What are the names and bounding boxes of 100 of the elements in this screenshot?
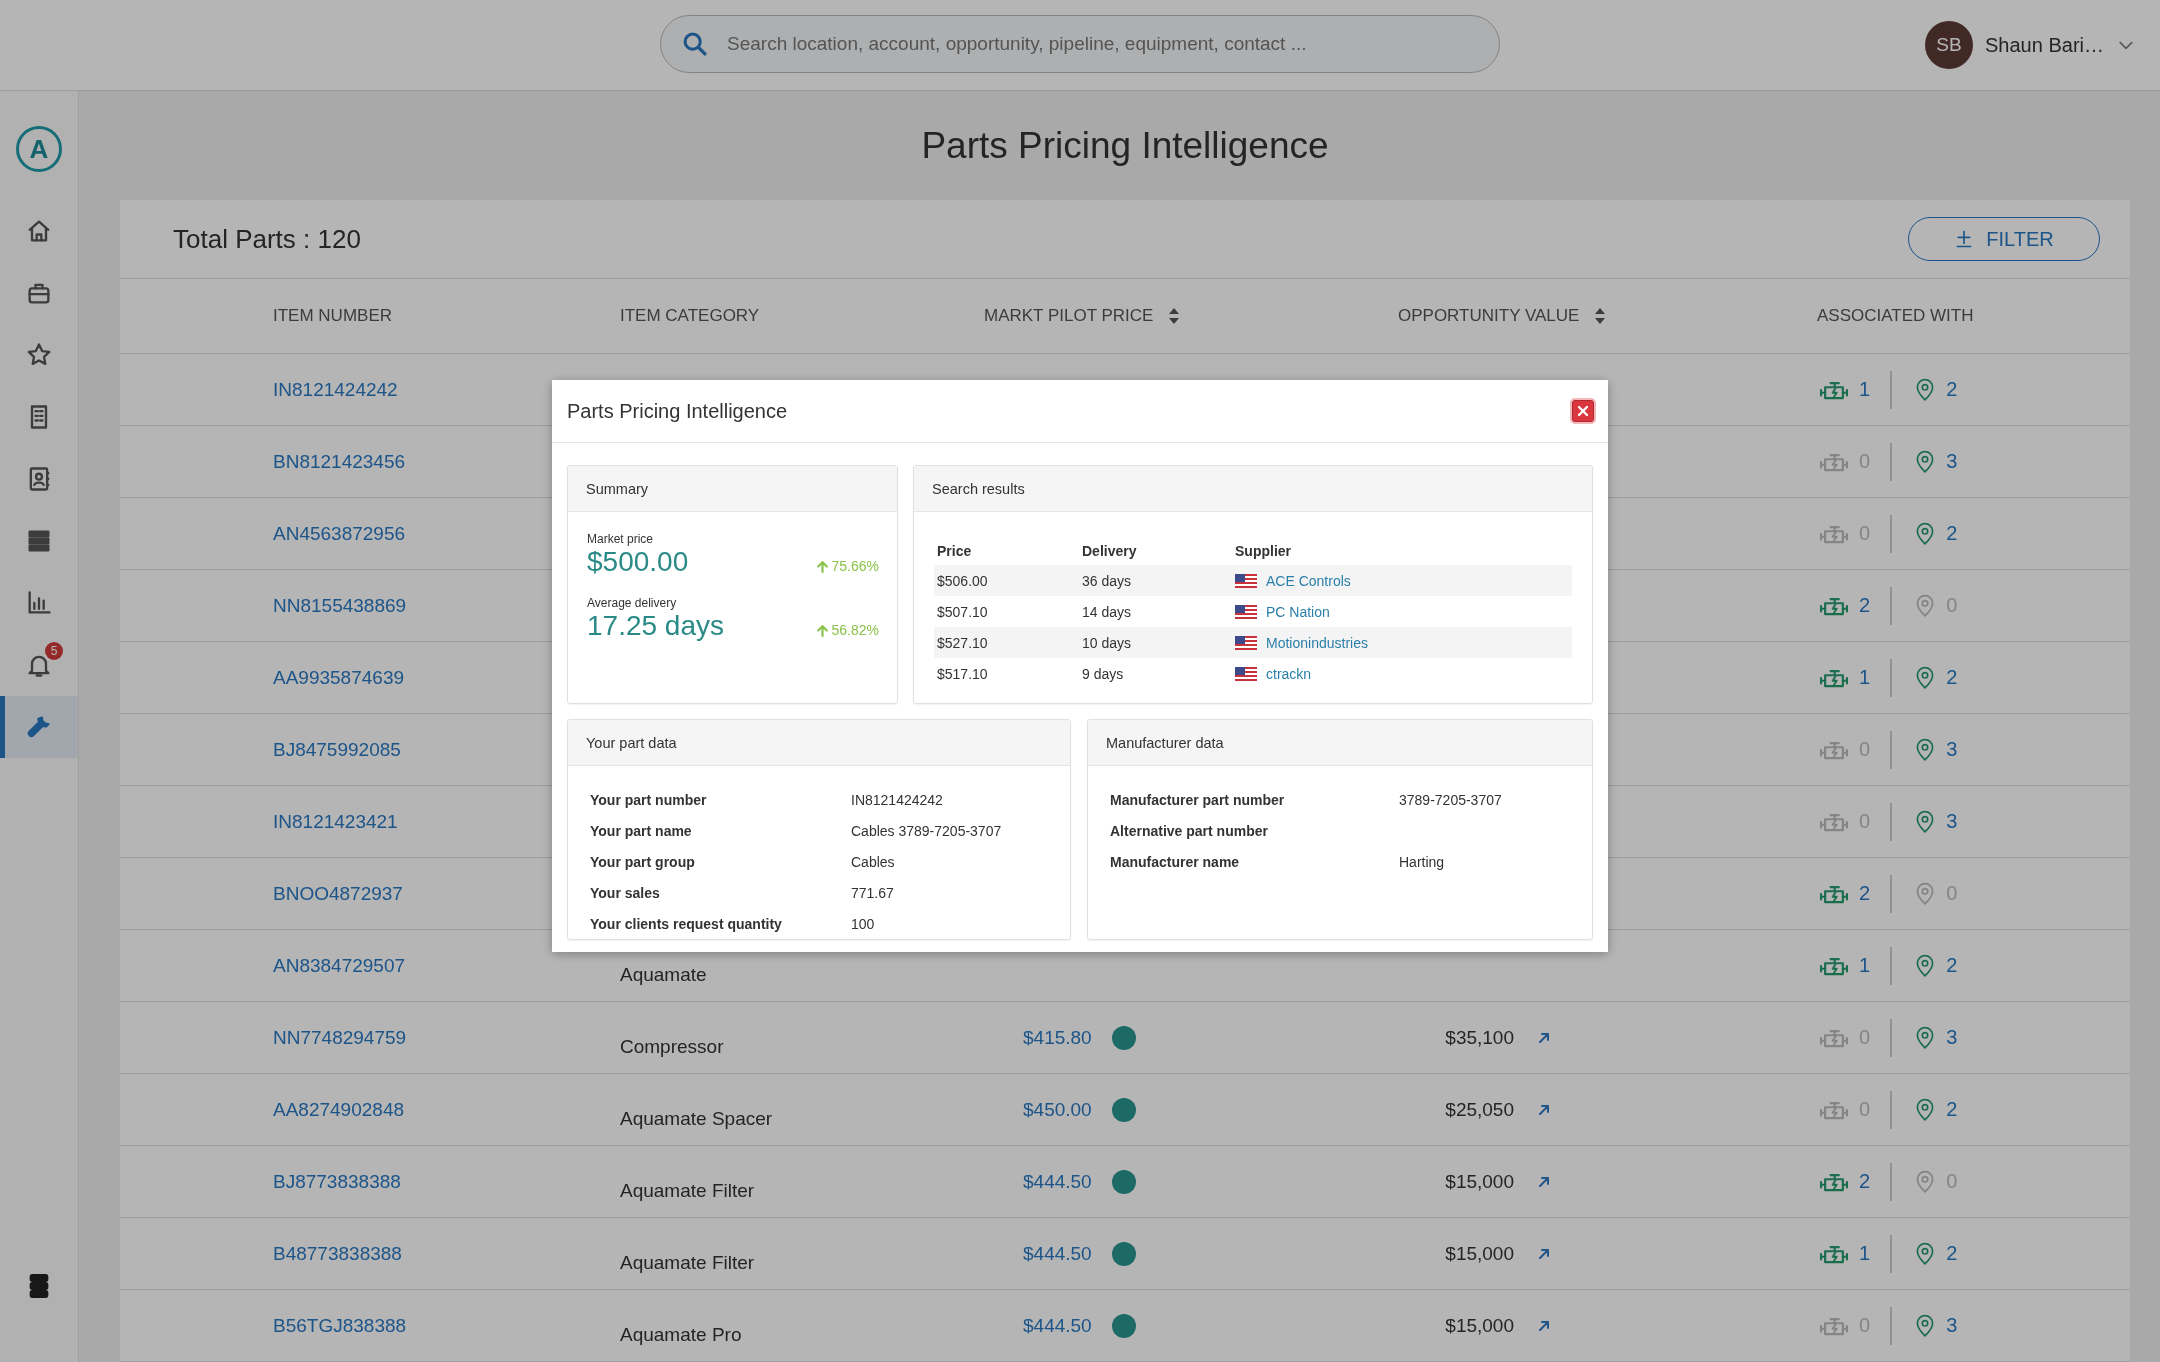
- opportunity-value: $15,000: [1444, 1314, 1514, 1337]
- supplier-link[interactable]: PC Nation: [1266, 603, 1330, 620]
- search-input[interactable]: Search location, account, opportunity, pipeline, equipment, contact ...: [725, 32, 1479, 56]
- flag-icon: [1235, 666, 1257, 681]
- price-link[interactable]: $444.50: [1023, 1170, 1092, 1193]
- change-percent: 56.82%: [831, 622, 879, 638]
- field-label: Manufacturer name: [1110, 853, 1241, 870]
- status-dot: [1111, 1097, 1136, 1122]
- avatar: SB: [1925, 21, 1974, 69]
- flag-icon: [1235, 573, 1257, 588]
- location-count: 2: [1946, 522, 1958, 545]
- equipment-count: 1: [1859, 954, 1871, 977]
- item-category: Compressor: [620, 1035, 724, 1057]
- equipment-count: 2: [1859, 594, 1871, 617]
- location-count: 3: [1946, 1314, 1958, 1337]
- sidebar-item[interactable]: [0, 696, 78, 758]
- location-count: 2: [1946, 1098, 1958, 1121]
- panel-title: Your part data: [586, 734, 677, 751]
- column-header[interactable]: MARKT PILOT PRICE: [984, 306, 1182, 326]
- result-price: $506.00: [937, 572, 989, 589]
- result-price: $507.10: [937, 603, 989, 620]
- supplier-link[interactable]: ctrackn: [1266, 665, 1312, 682]
- column-header: ITEM NUMBER: [273, 306, 392, 326]
- modal-title: Parts Pricing Intelligence: [567, 399, 788, 423]
- change-percent: 75.66%: [831, 558, 879, 574]
- flag-icon: [1235, 635, 1257, 650]
- location-count: 3: [1946, 1026, 1958, 1049]
- price-link[interactable]: $444.50: [1023, 1314, 1092, 1337]
- item-number-link[interactable]: IN8121423421: [273, 810, 398, 832]
- search-field[interactable]: Search location, account, opportunity, pipeline, equipment, contact ...: [660, 15, 1500, 73]
- total-parts-label: Total Parts : 120: [173, 223, 361, 255]
- item-number-link[interactable]: B48773838388: [273, 1242, 402, 1264]
- price-link[interactable]: $415.80: [1023, 1026, 1092, 1049]
- item-number-link[interactable]: AN4563872956: [273, 522, 406, 544]
- item-number-link[interactable]: AA8274902848: [273, 1098, 404, 1120]
- opportunity-value: $15,000: [1444, 1170, 1514, 1193]
- item-number-link[interactable]: NN7748294759: [273, 1026, 407, 1048]
- item-category: Aquamate: [620, 963, 707, 985]
- location-count: 2: [1946, 1242, 1958, 1265]
- logo[interactable]: A: [16, 126, 62, 172]
- page-title: Parts Pricing Intelligence: [920, 123, 1330, 168]
- item-number-link[interactable]: B56TGJ838388: [273, 1314, 407, 1336]
- item-number-link[interactable]: BJ8475992085: [273, 738, 401, 760]
- field-value: 771.67: [851, 884, 895, 901]
- equipment-count: 1: [1859, 666, 1871, 689]
- item-category: Aquamate Spacer: [620, 1107, 773, 1129]
- opportunity-value: $15,000: [1444, 1242, 1514, 1265]
- item-number-link[interactable]: NN8155438869: [273, 594, 407, 616]
- field-label: Your part number: [590, 791, 708, 808]
- location-count: 2: [1946, 954, 1958, 977]
- status-dot: [1111, 1025, 1136, 1050]
- supplier-link[interactable]: ACE Controls: [1266, 572, 1351, 589]
- item-category: Aquamate Filter: [620, 1251, 755, 1273]
- field-value: IN8121424242: [851, 791, 944, 808]
- arrow-up-icon: [815, 559, 829, 573]
- result-price: $527.10: [937, 634, 989, 651]
- column-header[interactable]: OPPORTUNITY VALUE: [1398, 306, 1608, 326]
- field-value: 3789-7205-3707: [1399, 791, 1503, 808]
- panel-title: Search results: [932, 480, 1025, 497]
- result-delivery: 10 days: [1082, 634, 1133, 651]
- field-value: Cables 3789-7205-3707: [851, 822, 1003, 839]
- item-number-link[interactable]: BJ8773838388: [273, 1170, 401, 1192]
- column-header: Delivery: [1082, 542, 1138, 559]
- price-link[interactable]: $444.50: [1023, 1242, 1092, 1265]
- item-number-link[interactable]: IN8121424242: [273, 378, 398, 400]
- location-count: 3: [1946, 450, 1958, 473]
- location-count: 2: [1946, 378, 1958, 401]
- close-button[interactable]: [1572, 400, 1594, 422]
- price-link[interactable]: $450.00: [1023, 1098, 1092, 1121]
- equipment-count: 2: [1859, 882, 1871, 905]
- item-number-link[interactable]: BNOO4872937: [273, 882, 403, 904]
- sort-icon[interactable]: [1593, 306, 1608, 326]
- field-value: Harting: [1399, 853, 1446, 870]
- filter-button[interactable]: FILTER: [1908, 217, 2100, 261]
- panel-title: Summary: [586, 480, 649, 497]
- field-label: Alternative part number: [1110, 822, 1269, 839]
- opportunity-value: $25,050: [1444, 1098, 1514, 1121]
- result-delivery: 9 days: [1082, 665, 1125, 682]
- item-number-link[interactable]: AN8384729507: [273, 954, 406, 976]
- metric-label: Market price: [587, 532, 655, 546]
- status-dot: [1111, 1169, 1136, 1194]
- metric-label: Average delivery: [587, 596, 678, 610]
- column-header: ITEM CATEGORY: [620, 306, 760, 326]
- location-count: 2: [1946, 666, 1958, 689]
- location-count: 3: [1946, 810, 1958, 833]
- field-label: Your clients request quantity: [590, 915, 783, 932]
- item-number-link[interactable]: BN8121423456: [273, 450, 406, 472]
- user-name[interactable]: Shaun Bari…: [1985, 33, 2104, 57]
- column-header: ASSOCIATED WITH: [1817, 306, 1974, 326]
- metric-value: 17.25 days: [587, 610, 725, 642]
- item-number-link[interactable]: AA9935874639: [273, 666, 404, 688]
- field-value: Cables: [851, 853, 896, 870]
- result-delivery: 14 days: [1082, 603, 1133, 620]
- result-delivery: 36 days: [1082, 572, 1133, 589]
- sidebar-item[interactable]: 5: [0, 634, 78, 696]
- equipment-count: 2: [1859, 1170, 1871, 1193]
- sort-icon[interactable]: [1167, 306, 1182, 326]
- search-icon: [681, 30, 709, 58]
- status-dot: [1111, 1241, 1136, 1266]
- supplier-link[interactable]: Motionindustries: [1266, 634, 1368, 651]
